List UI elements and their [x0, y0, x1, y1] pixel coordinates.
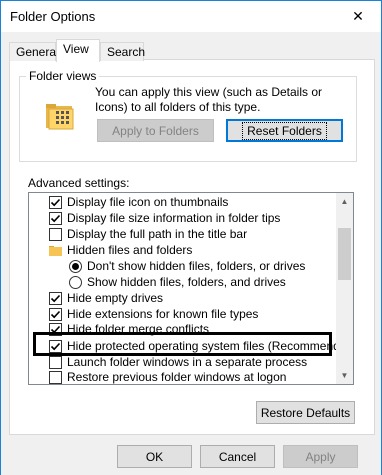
setting-hide-merge-conflicts[interactable]: Hide folder merge conflicts: [49, 320, 209, 338]
cancel-button[interactable]: Cancel: [200, 445, 275, 468]
checkbox-checked-icon[interactable]: [49, 291, 62, 305]
radio-unselected-icon[interactable]: [69, 275, 82, 289]
checkbox-unchecked-icon[interactable]: [49, 355, 62, 369]
reset-folders-button[interactable]: Reset Folders: [226, 119, 343, 142]
close-button[interactable]: ✕: [335, 1, 381, 32]
dialog-footer: OK Cancel Apply: [1, 438, 381, 475]
title-bar: Folder Options ✕: [1, 1, 381, 32]
checkbox-unchecked-icon[interactable]: [49, 370, 62, 384]
window-title: Folder Options: [10, 9, 96, 24]
scrollbar-thumb[interactable]: [338, 228, 351, 280]
checkbox-checked-icon[interactable]: [49, 211, 62, 225]
ok-button[interactable]: OK: [117, 445, 192, 468]
folder-options-window: Folder Options ✕ General View Search Fol…: [0, 0, 382, 475]
checkbox-checked-icon[interactable]: [49, 195, 62, 209]
checkbox-checked-icon[interactable]: [49, 339, 62, 353]
apply-button[interactable]: Apply: [283, 445, 358, 468]
apply-to-folders-button[interactable]: Apply to Folders: [97, 119, 214, 142]
vertical-scrollbar[interactable]: ▲ ▼: [336, 193, 353, 384]
tab-search[interactable]: Search: [100, 42, 145, 61]
restore-defaults-button[interactable]: Restore Defaults: [256, 401, 355, 424]
folder-views-legend: Folder views: [26, 69, 100, 83]
advanced-settings-label: Advanced settings:: [28, 176, 130, 190]
setting-restore-previous-windows[interactable]: Restore previous folder windows at logon: [49, 368, 286, 384]
checkbox-checked-icon[interactable]: [49, 307, 62, 321]
tab-general[interactable]: General: [9, 42, 59, 61]
folder-views-description: You can apply this view (such as Details…: [95, 85, 323, 114]
advanced-settings-list[interactable]: Display file icon on thumbnails Display …: [28, 192, 354, 385]
radio-selected-icon[interactable]: [69, 259, 82, 273]
scroll-down-icon[interactable]: ▼: [336, 367, 353, 384]
folder-view-icon: [46, 104, 74, 130]
checkbox-checked-icon[interactable]: [49, 322, 62, 336]
tab-view[interactable]: View: [56, 39, 100, 62]
checkbox-unchecked-icon[interactable]: [49, 227, 62, 241]
folder-views-group: Folder views You can apply this view (su…: [19, 69, 357, 162]
close-icon: ✕: [352, 8, 364, 24]
folder-icon: [49, 245, 62, 256]
scroll-up-icon[interactable]: ▲: [336, 193, 353, 210]
